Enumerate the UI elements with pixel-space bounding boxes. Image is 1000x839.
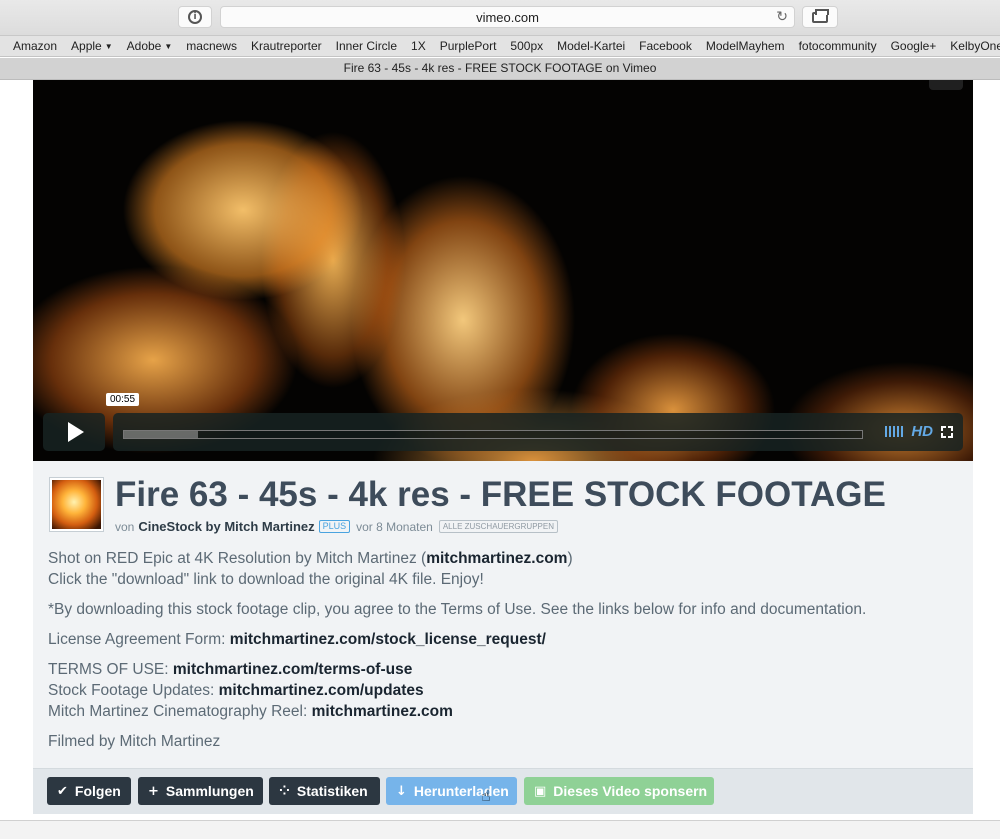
video-title: Fire 63 - 45s - 4k res - FREE STOCK FOOT… xyxy=(115,475,886,514)
tab-title-bar[interactable]: Fire 63 - 45s - 4k res - FREE STOCK FOOT… xyxy=(0,58,1000,80)
updates-label: Stock Footage Updates: xyxy=(48,682,219,699)
plus-icon: + xyxy=(148,783,159,799)
gift-icon: ▣ xyxy=(534,783,547,799)
bookmark-item[interactable]: Google+ xyxy=(884,39,944,53)
bookmark-label: Model-Kartei xyxy=(557,39,626,53)
stats-icon: ⁘ xyxy=(279,783,290,799)
page-bottom-strip xyxy=(0,820,1000,839)
bookmark-item[interactable]: Amazon xyxy=(0,39,64,53)
bookmark-item[interactable]: macnews xyxy=(179,39,244,53)
reload-icon[interactable]: ↻ xyxy=(776,9,788,25)
hd-toggle[interactable]: HD xyxy=(911,423,933,440)
bookmark-item[interactable]: PurplePort xyxy=(433,39,504,53)
reel-label: Mitch Martinez Cinematography Reel: xyxy=(48,703,312,720)
volume-icon[interactable] xyxy=(885,426,904,438)
bookmark-item[interactable]: KelbyOne xyxy=(943,39,1000,53)
video-byline: von CineStock by Mitch Martinez PLUS vor… xyxy=(115,519,558,534)
bookmark-label: 500px xyxy=(510,39,544,53)
upload-age: vor 8 Monaten xyxy=(356,519,433,534)
share-button[interactable] xyxy=(929,80,963,90)
bookmark-label: Apple xyxy=(71,39,102,53)
url-text: vimeo.com xyxy=(476,9,539,25)
bookmark-label: Amazon xyxy=(13,39,58,53)
bookmark-label: 1X xyxy=(411,39,426,53)
bookmark-label: Adobe xyxy=(126,39,162,53)
follow-button[interactable]: ✔ Folgen xyxy=(47,777,131,805)
hand-cursor-icon: ☝ xyxy=(481,786,491,805)
desc-line2: Click the "download" link to download th… xyxy=(48,571,484,588)
author-avatar[interactable] xyxy=(50,478,103,531)
download-arrow-icon: ↓ xyxy=(396,783,407,799)
sponsor-button[interactable]: ▣ Dieses Video sponsern xyxy=(524,777,714,805)
terms-link[interactable]: mitchmartinez.com/terms-of-use xyxy=(173,661,412,678)
desc-line1-end: ) xyxy=(567,550,573,567)
chevron-down-icon: ▼ xyxy=(164,42,173,52)
bookmark-label: KelbyOne xyxy=(950,39,1000,53)
play-icon xyxy=(68,422,84,442)
updates-link[interactable]: mitchmartinez.com/updates xyxy=(219,682,424,699)
plus-badge[interactable]: PLUS xyxy=(318,520,351,533)
bookmark-label: macnews xyxy=(186,39,237,53)
terms-label: TERMS OF USE: xyxy=(48,661,173,678)
desc-site-link[interactable]: mitchmartinez.com xyxy=(426,550,567,567)
bookmark-item[interactable]: Facebook xyxy=(632,39,699,53)
bookmark-label: ModelMayhem xyxy=(705,39,785,53)
progress-bar-container: HD xyxy=(113,413,963,451)
desc-line1-text: Shot on RED Epic at 4K Resolution by Mit… xyxy=(48,550,427,567)
video-description: Shot on RED Epic at 4K Resolution by Mit… xyxy=(48,548,958,761)
bookmark-item[interactable]: Adobe ▼ xyxy=(120,39,180,53)
bookmark-item[interactable]: ModelMayhem xyxy=(699,39,792,53)
bookmark-item[interactable]: Inner Circle xyxy=(329,39,404,53)
license-link[interactable]: mitchmartinez.com/stock_license_request/ xyxy=(230,631,546,648)
download-label: Herunterladen xyxy=(413,783,509,799)
print-button[interactable] xyxy=(802,6,838,28)
bookmark-label: PurplePort xyxy=(439,39,497,53)
stats-label: Statistiken xyxy=(296,783,368,799)
bookmark-item[interactable]: Model-Kartei xyxy=(550,39,632,53)
follow-label: Folgen xyxy=(74,783,121,799)
bookmark-label: Facebook xyxy=(639,39,692,53)
site-info-button[interactable]: i xyxy=(178,6,212,28)
video-info-panel: Fire 63 - 45s - 4k res - FREE STOCK FOOT… xyxy=(33,461,973,768)
play-button[interactable] xyxy=(43,413,105,451)
collections-label: Sammlungen xyxy=(165,783,254,799)
privacy-badge: ALLE ZUSCHAUERGRUPPEN xyxy=(438,520,558,533)
filmed-by: Filmed by Mitch Martinez xyxy=(48,733,221,750)
bookmark-item[interactable]: 500px xyxy=(503,39,550,53)
bookmark-label: fotocommunity xyxy=(798,39,877,53)
action-bar: ✔ Folgen + Sammlungen ⁘ Statistiken ↓ Herunt… xyxy=(33,768,973,814)
bookmark-label: Krautreporter xyxy=(250,39,322,53)
desc-terms-note: *By downloading this stock footage clip,… xyxy=(48,601,867,618)
fullscreen-icon[interactable] xyxy=(941,425,953,438)
player-controls: 00:55 HD xyxy=(33,393,973,461)
stats-button[interactable]: ⁘ Statistiken xyxy=(269,777,380,805)
chevron-down-icon: ▼ xyxy=(104,42,113,52)
bookmark-item[interactable]: Apple ▼ xyxy=(64,39,120,53)
page-content: 00:55 HD Fire 63 - 45s - 4k res - FREE S… xyxy=(0,80,1000,839)
bookmark-label: Google+ xyxy=(890,39,937,53)
license-label: License Agreement Form: xyxy=(48,631,230,648)
bookmark-item[interactable]: fotocommunity xyxy=(792,39,884,53)
time-tooltip: 00:55 xyxy=(106,393,140,406)
by-prefix: von xyxy=(115,519,135,534)
progress-bar[interactable] xyxy=(123,430,863,439)
download-button[interactable]: ↓ Herunterladen xyxy=(386,777,517,805)
bookmarks-bar: Amazon Apple ▼ Adobe ▼ macnews Krautreporter In… xyxy=(0,36,1000,57)
info-icon: i xyxy=(188,10,202,24)
bookmark-item[interactable]: 1X xyxy=(404,39,433,53)
progress-fill xyxy=(124,431,198,438)
reel-link[interactable]: mitchmartinez.com xyxy=(312,703,453,720)
author-link[interactable]: CineStock by Mitch Martinez xyxy=(138,519,314,534)
printer-icon xyxy=(812,8,829,23)
collections-button[interactable]: + Sammlungen xyxy=(138,777,263,805)
bookmark-item[interactable]: Krautreporter xyxy=(244,39,329,53)
browser-toolbar: i vimeo.com ↻ xyxy=(0,0,1000,36)
sponsor-label: Dieses Video sponsern xyxy=(553,783,708,799)
player-right-controls: HD xyxy=(885,423,953,440)
check-icon: ✔ xyxy=(57,783,68,799)
address-bar[interactable]: vimeo.com ↻ xyxy=(220,6,795,28)
bookmark-label: Inner Circle xyxy=(335,39,398,53)
tab-title: Fire 63 - 45s - 4k res - FREE STOCK FOOT… xyxy=(343,61,657,75)
video-player[interactable]: 00:55 HD xyxy=(33,80,973,461)
